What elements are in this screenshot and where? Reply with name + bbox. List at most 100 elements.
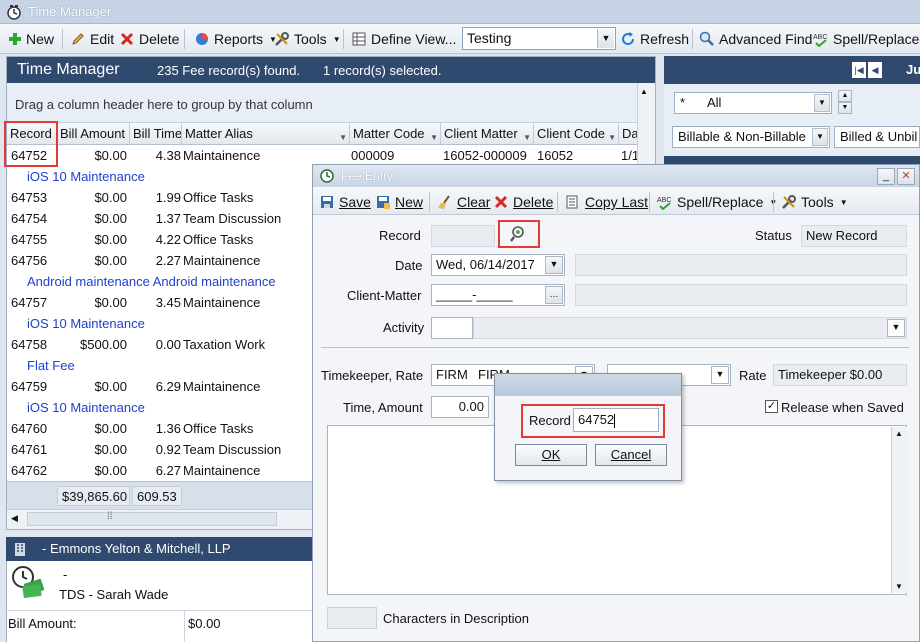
cell-matter-alias: Office Tasks [183, 421, 254, 436]
billed-value: Billed & Unbil [840, 129, 918, 144]
record-filter-select[interactable]: * All ▼ [674, 92, 832, 114]
view-select[interactable]: Testing ▼ [462, 27, 616, 50]
cell-bill-amount: $0.00 [94, 442, 127, 457]
activity-select[interactable]: ▼ [473, 317, 907, 339]
billed-filter-select[interactable]: Billed & Unbil [834, 126, 920, 148]
copy-icon [565, 194, 581, 210]
scroll-up-arrow-icon[interactable]: ▲ [895, 429, 903, 438]
group-by-area[interactable]: Drag a column header here to group by th… [7, 83, 637, 123]
column-header-client-matter[interactable]: Client Matter ▼ [441, 123, 534, 145]
save-button[interactable]: Save [319, 191, 371, 213]
chevron-down-icon[interactable]: ▼ [814, 94, 830, 112]
column-header-bill-amount[interactable]: Bill Amount [57, 123, 130, 145]
column-header-matter-code[interactable]: Matter Code ▼ [350, 123, 441, 145]
scroll-thumb[interactable] [27, 512, 277, 526]
reports-menu-button[interactable]: Reports ▼ [194, 28, 277, 50]
cell-matter-alias: Team Discussion [183, 211, 282, 226]
details-dash: - [63, 567, 68, 582]
dropdown-caret-icon: ▼ [839, 197, 848, 207]
table-row[interactable]: 64752 $0.00 4.38 Maintainence 000009 16052-00… [7, 145, 637, 166]
spin-down-icon[interactable]: ▼ [838, 102, 852, 114]
view-grid-icon [351, 31, 367, 47]
description-scrollbar[interactable]: ▲ ▼ [891, 427, 907, 593]
firm-name: - Emmons Yelton & Mitchell, LLP [42, 541, 231, 556]
delete-label: Delete [139, 31, 180, 47]
refresh-label: Refresh [640, 31, 690, 47]
filter-icon[interactable]: ▼ [430, 127, 438, 145]
record-lookup-popup: Record 64752 OK Cancel [494, 373, 682, 481]
toolbar-separator [343, 29, 344, 49]
cell-bill-amount: $0.00 [94, 211, 127, 226]
chevron-down-icon[interactable]: ▼ [887, 319, 905, 337]
column-header-bill-time[interactable]: Bill Time [130, 123, 182, 145]
spin-up-icon[interactable]: ▲ [838, 90, 852, 102]
cell-date: 1/1 [621, 148, 637, 163]
ellipsis-icon[interactable]: … [545, 286, 563, 304]
refresh-button[interactable]: Refresh [620, 28, 689, 50]
chevron-down-icon[interactable]: ▼ [812, 128, 828, 146]
popup-record-input[interactable]: 64752 [573, 408, 659, 432]
delete-entry-label: Delete [513, 194, 554, 210]
delete-x-icon [119, 31, 135, 47]
rate-field: Timekeeper $0.00 [773, 364, 907, 386]
spell-replace-menu-button[interactable]: ABC Spell/Replace▼ [657, 191, 777, 213]
define-view-button[interactable]: Define View... [351, 28, 456, 50]
char-count-field [327, 607, 377, 629]
column-label: Client Matter [444, 126, 518, 141]
cell-bill-time: 6.29 [155, 379, 181, 394]
activity-code-field[interactable] [431, 317, 473, 339]
close-icon[interactable]: ✕ [897, 168, 915, 185]
column-header-client-code[interactable]: Client Code ▼ [534, 123, 619, 145]
refresh-icon [620, 31, 636, 47]
clear-button[interactable]: Clear [437, 191, 490, 213]
filter-icon[interactable]: ▼ [608, 127, 616, 145]
spell-replace-button[interactable]: ABC Spell/Replace [813, 28, 919, 50]
section-divider [321, 347, 909, 348]
status-label: Status [755, 228, 792, 243]
scroll-down-arrow-icon[interactable]: ▼ [895, 582, 903, 591]
cell-bill-amount: $0.00 [94, 148, 127, 163]
time-field[interactable]: 0.00 [431, 396, 489, 418]
ok-button[interactable]: OK [515, 444, 587, 466]
new-entry-button[interactable]: New [375, 191, 423, 213]
scroll-left-arrow-icon[interactable]: ◀ [11, 513, 18, 524]
edit-button[interactable]: Edit [70, 28, 114, 50]
advanced-find-button[interactable]: Advanced Find [699, 28, 812, 50]
column-header-date[interactable]: Da [619, 123, 637, 145]
minimize-icon[interactable]: _ [877, 168, 895, 185]
first-page-icon[interactable]: |◀ [852, 62, 866, 78]
delete-entry-button[interactable]: Delete [493, 191, 553, 213]
cell-bill-amount: $0.00 [94, 295, 127, 310]
delete-button[interactable]: Delete [119, 28, 179, 50]
tools-menu-button[interactable]: Tools ▼ [274, 28, 341, 50]
filter-icon[interactable]: ▼ [339, 127, 347, 145]
save-label: Save [339, 194, 371, 210]
new-button[interactable]: New [8, 28, 54, 50]
pie-chart-icon [194, 31, 210, 47]
records-selected-text: 1 record(s) selected. [323, 63, 442, 78]
scroll-up-arrow-icon[interactable]: ▲ [640, 87, 648, 96]
previous-page-icon[interactable]: ◀ [868, 62, 882, 78]
billable-filter-select[interactable]: Billable & Non-Billable ▼ [672, 126, 830, 148]
cancel-button[interactable]: Cancel [595, 444, 667, 466]
cell-matter-code: 000009 [351, 148, 395, 163]
popup-titlebar [495, 374, 681, 396]
calendar-month-label: Ju [906, 62, 920, 77]
date-field[interactable]: Wed, 06/14/2017 ▼ [431, 254, 565, 276]
fee-tools-menu-button[interactable]: Tools ▼ [781, 191, 848, 213]
chevron-down-icon[interactable]: ▼ [711, 366, 729, 384]
chars-in-description-label: Characters in Description [383, 611, 529, 626]
client-matter-field[interactable]: _____-_____ … [431, 284, 565, 306]
chevron-down-icon[interactable]: ▼ [597, 29, 614, 48]
filter-icon[interactable]: ▼ [523, 127, 531, 145]
fee-entry-title: Fee Entry [341, 169, 394, 183]
filter-spinner[interactable]: ▲ ▼ [838, 90, 852, 114]
copy-last-button[interactable]: Copy Last [565, 191, 648, 213]
date-value: Wed, 06/14/2017 [436, 257, 535, 272]
column-header-matter-alias[interactable]: Matter Alias ▼ [182, 123, 350, 145]
main-toolbar: New Edit Delete Reports ▼ Tools ▼ Define V… [0, 24, 920, 54]
chevron-down-icon[interactable]: ▼ [545, 256, 563, 274]
record-lookup-button[interactable] [498, 220, 540, 248]
cell-matter-alias: Maintainence [183, 148, 261, 163]
release-checkbox[interactable]: ✓ [765, 400, 778, 413]
